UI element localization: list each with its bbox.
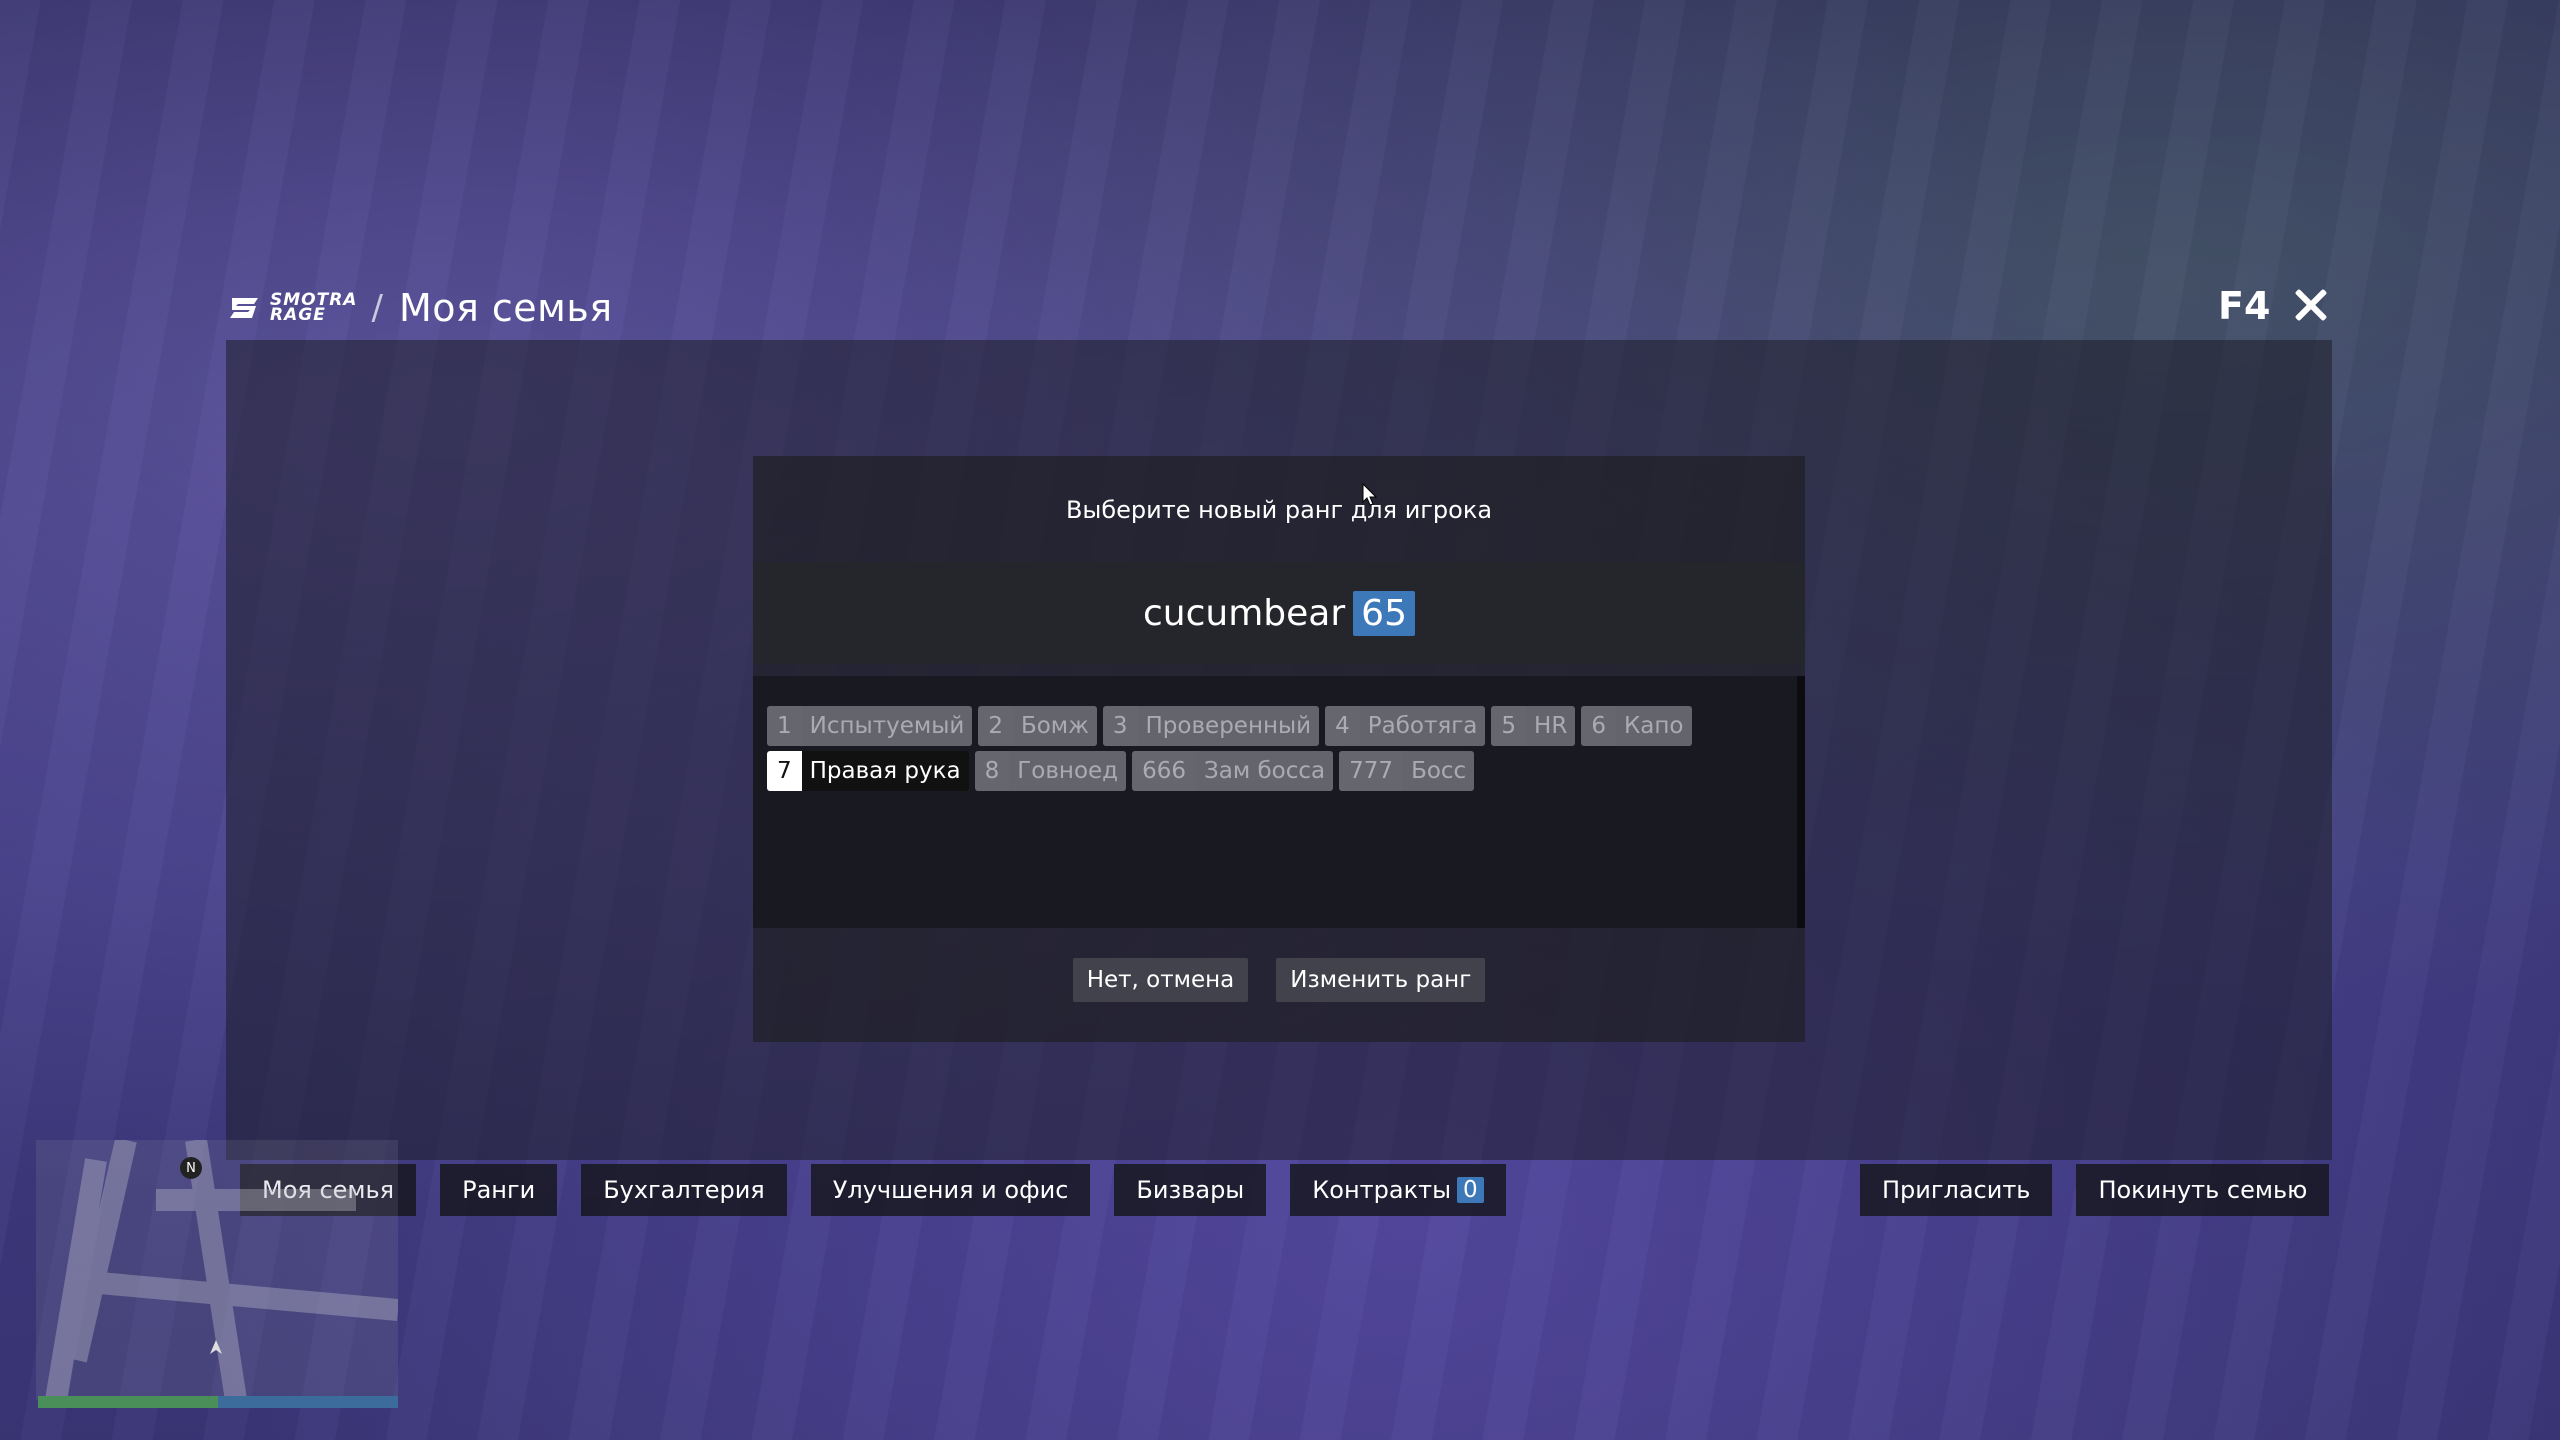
tab-label: Бухгалтерия bbox=[603, 1176, 765, 1204]
rank-option[interactable]: 4 Работяга bbox=[1325, 706, 1486, 746]
minimap bbox=[36, 1140, 398, 1400]
rank-number: 6 bbox=[1581, 706, 1616, 746]
rank-name: Говноед bbox=[1009, 751, 1127, 791]
hotkey-label: F4 bbox=[2218, 284, 2271, 328]
tab-label: Ранги bbox=[462, 1176, 536, 1204]
cancel-button[interactable]: Нет, отмена bbox=[1072, 958, 1249, 1002]
invite-button[interactable]: Пригласить bbox=[1860, 1164, 2053, 1216]
tab-4[interactable]: Бизвары bbox=[1114, 1164, 1267, 1216]
rank-number: 3 bbox=[1102, 706, 1138, 746]
rank-number: 8 bbox=[974, 751, 1010, 791]
dialog-prompt: Выберите новый ранг для игрока bbox=[1065, 496, 1493, 524]
mouse-cursor-icon bbox=[1362, 483, 1378, 506]
title-separator: / bbox=[371, 288, 383, 328]
close-icon[interactable] bbox=[2290, 284, 2330, 324]
rank-option[interactable]: 3 Проверенный bbox=[1102, 706, 1320, 746]
rank-number: 2 bbox=[978, 706, 1013, 746]
leave-family-button[interactable]: Покинуть семью bbox=[2076, 1164, 2330, 1216]
tab-2[interactable]: Бухгалтерия bbox=[581, 1164, 787, 1216]
logo-icon bbox=[230, 298, 258, 318]
rank-number: 1 bbox=[767, 706, 802, 746]
rank-option[interactable]: 7 Правая рука bbox=[767, 751, 969, 791]
page-title: Моя семья bbox=[398, 286, 613, 330]
player-info: cucumbear 65 bbox=[753, 562, 1805, 664]
contracts-count-badge: 0 bbox=[1457, 1177, 1484, 1203]
rank-option[interactable]: 6 Капо bbox=[1581, 706, 1692, 746]
player-level-badge: 65 bbox=[1353, 590, 1415, 636]
rank-name: Зам босса bbox=[1196, 751, 1334, 791]
tab-5[interactable]: Контракты 0 bbox=[1290, 1164, 1506, 1216]
rank-name: Правая рука bbox=[801, 751, 969, 791]
rank-name: Проверенный bbox=[1137, 706, 1320, 746]
rank-option[interactable]: 8 Говноед bbox=[974, 751, 1127, 791]
rank-number: 5 bbox=[1491, 706, 1527, 746]
rank-option[interactable]: 1 Испытуемый bbox=[767, 706, 973, 746]
rank-name: Капо bbox=[1615, 706, 1692, 746]
health-bar bbox=[38, 1396, 218, 1408]
rank-row: 1 Испытуемый 2 Бомж 3 Проверенный 4 Работяга 5 HR… bbox=[767, 706, 1692, 746]
rank-number: 666 bbox=[1132, 751, 1196, 791]
rank-name: Босс bbox=[1403, 751, 1475, 791]
rank-option[interactable]: 777 Босс bbox=[1339, 751, 1475, 791]
rank-list: 1 Испытуемый 2 Бомж 3 Проверенный 4 Работяга 5 HR… bbox=[753, 676, 1805, 928]
health-armor-bars bbox=[38, 1396, 398, 1408]
tab-label: Улучшения и офис bbox=[832, 1176, 1069, 1204]
rank-name: HR bbox=[1526, 706, 1576, 746]
armor-bar bbox=[218, 1396, 398, 1408]
rank-option[interactable]: 2 Бомж bbox=[978, 706, 1097, 746]
tab-label: Бизвары bbox=[1136, 1176, 1245, 1204]
rank-number: 777 bbox=[1339, 751, 1404, 791]
bottom-tabs: Моя семья Ранги Бухгалтерия Улучшения и офи… bbox=[240, 1164, 1506, 1216]
minimap-north-indicator: N bbox=[180, 1157, 202, 1179]
minimap-roads bbox=[45, 1140, 398, 1400]
rank-number: 4 bbox=[1325, 706, 1360, 746]
tab-1[interactable]: Ранги bbox=[440, 1164, 558, 1216]
tab-3[interactable]: Улучшения и офис bbox=[810, 1164, 1091, 1216]
rank-name: Работяга bbox=[1359, 706, 1486, 746]
rank-row: 7 Правая рука 8 Говноед 666 Зам босса 777 Босс bbox=[767, 751, 1475, 791]
rank-change-dialog: Выберите новый ранг для игрока cucumbear… bbox=[753, 456, 1805, 1042]
rank-option[interactable]: 666 Зам босса bbox=[1132, 751, 1334, 791]
rank-number: 7 bbox=[767, 751, 802, 791]
rank-name: Бомж bbox=[1012, 706, 1097, 746]
brand-logo: SMOTRA RAGE bbox=[228, 292, 357, 324]
family-actions: Пригласить Покинуть семью bbox=[1860, 1164, 2330, 1216]
tab-label: Контракты bbox=[1312, 1176, 1452, 1204]
rank-name: Испытуемый bbox=[801, 706, 973, 746]
rank-option[interactable]: 5 HR bbox=[1491, 706, 1576, 746]
player-name: cucumbear bbox=[1143, 592, 1346, 634]
change-rank-button[interactable]: Изменить ранг bbox=[1276, 958, 1486, 1002]
logo-line2: RAGE bbox=[270, 305, 326, 325]
dialog-actions: Нет, отмена Изменить ранг bbox=[753, 958, 1805, 1002]
header: SMOTRA RAGE / Моя семья bbox=[228, 282, 613, 334]
